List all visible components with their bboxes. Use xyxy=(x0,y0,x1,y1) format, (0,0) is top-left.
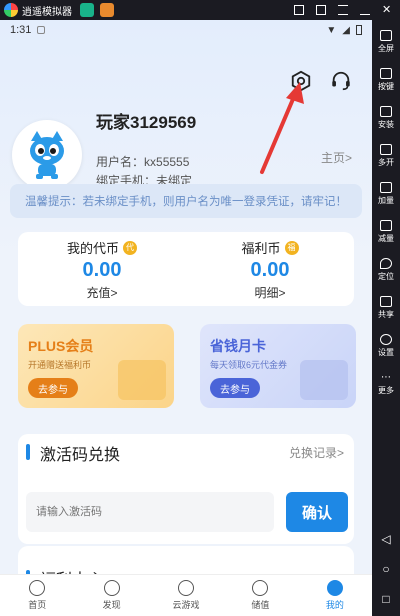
plus-subtitle: 开通赠送福利币 xyxy=(28,360,92,370)
cloud-icon xyxy=(178,580,195,596)
mail-icon[interactable] xyxy=(316,5,326,15)
phone-screen: 1:31 ▼ ◢ 玩家3129569 用户名：kx55555 绑定手机：未绑定 … xyxy=(0,20,372,616)
username-label: 用户名： xyxy=(96,155,145,169)
section-accent-bar xyxy=(26,444,30,460)
welfare-badge-icon: 福 xyxy=(284,240,299,255)
tab-mine[interactable]: 我的 xyxy=(298,575,372,616)
recharge-link[interactable]: 充值> xyxy=(86,284,117,301)
my-coins-value: 0.00 xyxy=(82,259,122,281)
sidebar-item-fullscreen[interactable]: 全屏 xyxy=(378,26,394,58)
wifi-icon: ▼ xyxy=(326,24,337,36)
settings-hexagon-icon[interactable] xyxy=(290,70,312,92)
sidebar-item-location[interactable]: 定位 xyxy=(378,254,394,286)
sidebar-item-settings[interactable]: 设置 xyxy=(378,330,394,362)
emulator-logo-icon xyxy=(4,3,18,17)
details-link[interactable]: 明细> xyxy=(254,284,285,301)
status-time: 1:31 xyxy=(10,24,32,36)
plus-title: PLUS会员 xyxy=(28,338,94,354)
multi-instance-icon xyxy=(380,144,392,155)
folder-share-icon xyxy=(380,296,392,307)
sidebar-item-share[interactable]: 共享 xyxy=(378,292,394,324)
avatar[interactable] xyxy=(12,120,82,190)
more-icon: ⋯ xyxy=(381,371,391,383)
wallet-save-icon xyxy=(300,360,348,400)
status-bar: 1:31 ▼ ◢ xyxy=(0,20,372,40)
sidebar-item-volume-down[interactable]: 减量 xyxy=(378,216,394,248)
status-indicator-icon xyxy=(37,26,46,34)
yen-icon xyxy=(252,580,269,596)
tab-recharge[interactable]: 储值 xyxy=(223,575,297,616)
app-icon[interactable] xyxy=(80,3,94,17)
crown-v-icon xyxy=(118,360,166,400)
sidebar-item-more[interactable]: ⋯ 更多 xyxy=(378,368,394,400)
game-app-icon[interactable] xyxy=(100,3,114,17)
window-mode-icon[interactable] xyxy=(294,5,304,15)
location-icon xyxy=(380,258,392,269)
recents-icon[interactable]: □ xyxy=(382,592,389,606)
home-nav-icon[interactable]: ○ xyxy=(382,562,389,576)
headset-icon[interactable] xyxy=(330,70,352,92)
keyboard-icon xyxy=(380,68,392,79)
my-coins-section: 我的代币代 0.00 充值> xyxy=(18,232,186,306)
redeem-section: 激活码兑换 兑换记录> 确认 xyxy=(18,434,354,544)
planet-icon xyxy=(103,580,120,596)
wallet-card: 我的代币代 0.00 充值> 福利币福 0.00 明细> xyxy=(18,232,354,306)
menu-icon[interactable] xyxy=(338,5,348,15)
apk-icon xyxy=(380,106,392,117)
bottom-tab-bar: 首页 发现 云游戏 储值 我的 xyxy=(0,574,372,616)
welfare-coins-section: 福利币福 0.00 明细> xyxy=(186,232,354,306)
fullscreen-icon xyxy=(380,30,392,41)
my-coins-label: 我的代币 xyxy=(66,241,119,256)
sidebar-item-volume-up[interactable]: 加量 xyxy=(378,178,394,210)
emulator-sidebar: 全屏 按键 安装 多开 加量 减量 定位 共享 设置 ⋯ 更多 ◁ ○ □ xyxy=(372,20,400,616)
sidebar-item-multi[interactable]: 多开 xyxy=(378,140,394,172)
profile-header: 玩家3129569 用户名：kx55555 绑定手机：未绑定 主页> xyxy=(0,40,372,200)
coin-badge-icon: 代 xyxy=(123,240,137,255)
signal-icon: ◢ xyxy=(342,24,350,36)
battery-icon xyxy=(356,25,362,35)
back-icon[interactable]: ◁ xyxy=(381,532,390,546)
welfare-coins-value: 0.00 xyxy=(250,259,290,281)
card-join-button[interactable]: 去参与 xyxy=(210,378,260,398)
plus-join-button[interactable]: 去参与 xyxy=(28,378,78,398)
redeem-records-link[interactable]: 兑换记录> xyxy=(289,444,344,461)
gear-icon xyxy=(380,334,392,345)
tab-home[interactable]: 首页 xyxy=(0,575,74,616)
activation-code-input[interactable] xyxy=(26,492,274,532)
username-line: 用户名：kx55555 xyxy=(96,153,189,170)
volume-up-icon xyxy=(380,182,392,193)
user-icon xyxy=(326,580,343,596)
blue-cat-avatar-icon xyxy=(30,131,64,179)
close-icon[interactable]: ✕ xyxy=(382,5,392,16)
nickname: 玩家3129569 xyxy=(96,113,197,132)
login-tip-banner: 温馨提示：若未绑定手机，则用户名为唯一登录凭证，请牢记！ xyxy=(10,184,362,218)
confirm-button[interactable]: 确认 xyxy=(286,492,348,532)
plus-member-card[interactable]: PLUS会员 开通赠送福利币 去参与 xyxy=(18,324,174,408)
emulator-title-bar: 逍遥模拟器 ✕ xyxy=(0,0,400,20)
sidebar-item-keys[interactable]: 按键 xyxy=(378,64,394,96)
minimize-icon[interactable] xyxy=(360,5,370,15)
card-subtitle: 每天领取6元代金券 xyxy=(210,360,288,370)
card-title: 省钱月卡 xyxy=(210,338,266,354)
redeem-title: 激活码兑换 xyxy=(40,447,121,464)
tab-discover[interactable]: 发现 xyxy=(74,575,148,616)
home-icon xyxy=(29,580,46,596)
tab-cloud-game[interactable]: 云游戏 xyxy=(149,575,223,616)
monthly-card[interactable]: 省钱月卡 每天领取6元代金券 去参与 xyxy=(200,324,356,408)
emulator-title: 逍遥模拟器 xyxy=(22,6,72,18)
sidebar-item-install[interactable]: 安装 xyxy=(378,102,394,134)
username-value: kx55555 xyxy=(144,155,190,169)
welfare-coins-label: 福利币 xyxy=(241,241,281,256)
volume-down-icon xyxy=(380,220,392,231)
home-page-link[interactable]: 主页> xyxy=(321,149,352,166)
